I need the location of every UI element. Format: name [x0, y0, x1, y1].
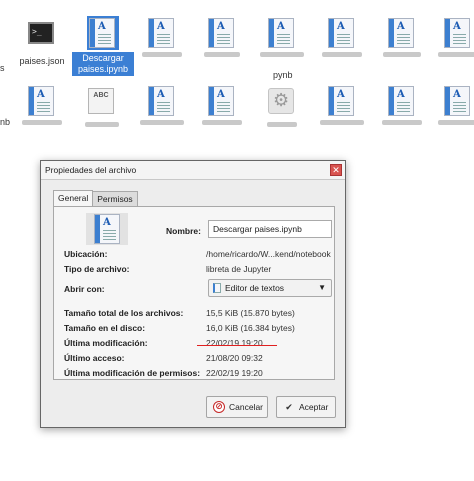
accessed-value: 21/08/20 09:32 [206, 353, 263, 363]
blurred-label [438, 52, 474, 57]
file-item-selected[interactable]: A Descargar paises.ipynb [72, 16, 134, 76]
blurred-label [204, 52, 240, 57]
blurred-label [382, 120, 422, 125]
file-item[interactable]: >_ paises.json [12, 18, 72, 67]
document-icon: A [328, 86, 354, 116]
document-icon: A [208, 18, 234, 48]
general-panel: A Nombre: Descargar paises.ipynb Ubicaci… [53, 206, 335, 380]
document-icon: A [444, 18, 470, 48]
file-item[interactable]: A [428, 18, 474, 59]
total-size-value: 15,5 KiB (15.870 bytes) [206, 308, 295, 318]
name-label: Nombre: [166, 226, 201, 236]
file-item[interactable]: A [132, 86, 192, 127]
document-icon: A [208, 86, 234, 116]
text-file-icon: ABC [88, 88, 114, 114]
file-item[interactable]: A [372, 86, 432, 127]
accessed-label: Último acceso: [64, 353, 125, 363]
disk-size-value: 16,0 KiB (16.384 bytes) [206, 323, 295, 333]
blurred-label [260, 52, 304, 57]
document-icon: A [89, 18, 115, 48]
blurred-label [140, 120, 184, 125]
cancel-button[interactable]: ⊘ Cancelar [206, 396, 268, 418]
file-item[interactable]: A [252, 18, 312, 59]
file-label-partial: pynb [273, 70, 293, 80]
file-label: paises.json [19, 56, 65, 66]
chevron-down-icon: ▼ [318, 283, 326, 292]
permissions-modified-label: Última modificación de permisos: [64, 368, 201, 378]
cancel-icon: ⊘ [213, 401, 225, 413]
tab-permisos[interactable]: Permisos [92, 191, 138, 207]
permissions-modified-value: 22/02/19 19:20 [206, 368, 263, 378]
document-icon: A [94, 214, 120, 244]
file-item[interactable]: A [132, 18, 192, 59]
blurred-label [383, 52, 421, 57]
terminal-icon: >_ [28, 22, 54, 44]
file-manager-area: >_ paises.json A Descargar paises.ipynb … [0, 0, 474, 150]
location-value: /home/ricardo/W...kend/notebook [206, 249, 331, 259]
document-icon: A [268, 18, 294, 48]
open-with-value: Editor de textos [225, 283, 285, 293]
document-icon: A [388, 18, 414, 48]
blurred-label [267, 122, 297, 127]
checkmark-icon: ✔ [285, 402, 293, 412]
annotation-underline [197, 345, 277, 346]
open-with-dropdown[interactable]: Editor de textos ▼ [208, 279, 332, 297]
edge-label: s [0, 63, 5, 73]
accept-button[interactable]: ✔ Aceptar [276, 396, 336, 418]
tab-bar: General Permisos [53, 190, 138, 207]
edge-label: nb [0, 117, 11, 127]
file-item[interactable]: A [192, 18, 252, 59]
name-input[interactable]: Descargar paises.ipynb [208, 220, 332, 238]
file-item[interactable]: A [312, 86, 372, 127]
blurred-label [322, 52, 362, 57]
file-item[interactable]: A [12, 86, 72, 127]
document-icon: A [148, 86, 174, 116]
file-item[interactable]: A [192, 86, 252, 127]
total-size-label: Tamaño total de los archivos: [64, 308, 184, 318]
disk-size-label: Tamaño en el disco: [64, 323, 146, 333]
document-icon: A [148, 18, 174, 48]
file-type-value: libreta de Jupyter [206, 264, 272, 274]
tab-general[interactable]: General [53, 190, 94, 207]
file-type-label: Tipo de archivo: [64, 264, 130, 274]
blurred-label [142, 52, 182, 57]
file-preview: A [86, 213, 128, 245]
file-properties-dialog: Propiedades del archivo ✕ General Permiso… [40, 160, 346, 428]
blurred-label [320, 120, 364, 125]
dialog-titlebar[interactable]: Propiedades del archivo ✕ [41, 161, 345, 180]
blurred-label [202, 120, 242, 125]
cancel-label: Cancelar [229, 402, 264, 412]
file-item[interactable]: A [312, 18, 372, 59]
file-item[interactable] [252, 86, 312, 129]
document-icon: A [328, 18, 354, 48]
file-item[interactable]: A [372, 18, 432, 59]
text-editor-icon [213, 283, 221, 293]
open-with-label: Abrir con: [64, 284, 105, 294]
blurred-label [85, 122, 119, 127]
modified-value: 22/02/19 19:20 [206, 338, 263, 348]
close-button[interactable]: ✕ [330, 164, 342, 176]
file-item[interactable]: A [428, 86, 474, 127]
file-item[interactable]: ABC [72, 86, 132, 129]
modified-label: Última modificación: [64, 338, 148, 348]
file-label: Descargar paises.ipynb [72, 52, 134, 76]
document-icon: A [388, 86, 414, 116]
location-label: Ubicación: [64, 249, 108, 259]
document-icon: A [444, 86, 470, 116]
document-icon: A [28, 86, 54, 116]
dialog-title: Propiedades del archivo [45, 165, 137, 175]
settings-file-icon [268, 88, 294, 114]
accept-label: Aceptar [299, 402, 329, 412]
blurred-label [22, 120, 62, 125]
blurred-label [438, 120, 474, 125]
